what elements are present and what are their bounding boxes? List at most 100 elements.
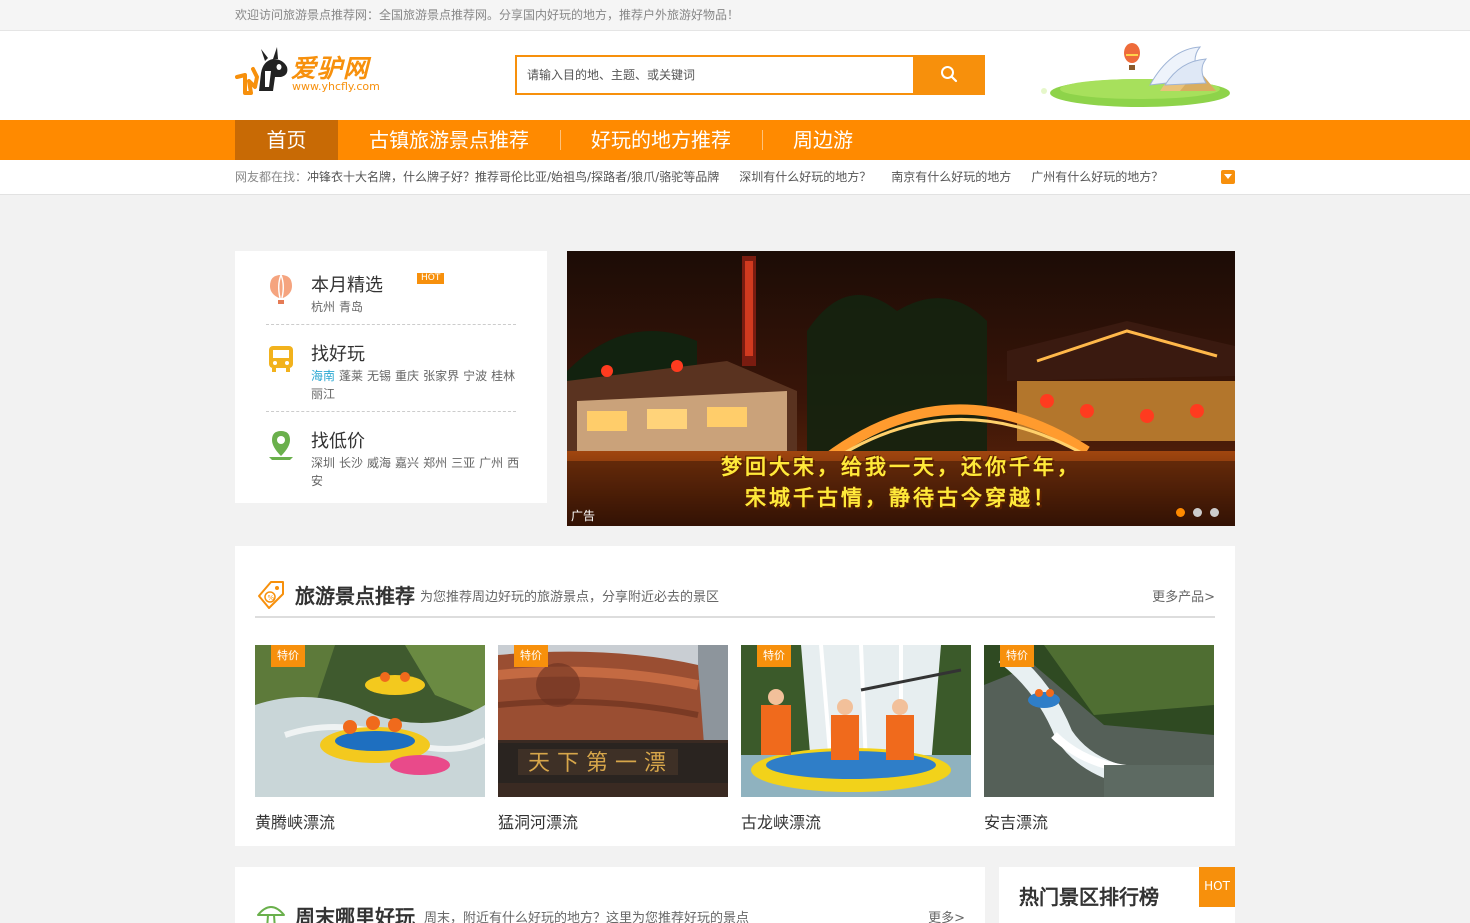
- site-logo[interactable]: 爱驴网 www.yhcfly.com: [235, 47, 395, 97]
- stone-monument-photo: 天 下 第 一 漂: [498, 645, 728, 797]
- category-title: 找好玩: [311, 344, 365, 365]
- hot-search-prefix: 网友都在找：: [235, 170, 308, 184]
- special-price-tag: 特价: [514, 645, 548, 667]
- section-header: % 旅游景点推荐 为您推荐周边好玩的旅游景点，分享附近必去的景区 更多产品>: [255, 576, 1215, 618]
- attraction-card[interactable]: 特价 天 下 第 一 漂 猛洞河漂流: [498, 645, 728, 833]
- hot-badge: HOT: [1199, 867, 1235, 907]
- hot-search-link[interactable]: 深圳有什么好玩的地方？: [739, 170, 871, 184]
- category-monthly-picks: 本月精选 HOT 杭州 青岛: [266, 271, 516, 326]
- hot-badge: HOT: [417, 273, 445, 284]
- city-link[interactable]: 无锡: [367, 369, 391, 383]
- category-title: 本月精选: [311, 275, 383, 296]
- city-link[interactable]: 郑州: [423, 456, 447, 470]
- river-slide-photo: [984, 645, 1214, 797]
- divider: [266, 411, 516, 412]
- banner-caption-line: 宋城千古情，静待古今穿越！: [745, 486, 1057, 510]
- section-subtitle: 周末，附近有什么好玩的地方？这里为您推荐好玩的景点: [424, 911, 750, 923]
- city-link[interactable]: 张家界: [423, 369, 459, 383]
- rafting-photo: [255, 645, 485, 797]
- city-link[interactable]: 丽江: [311, 387, 335, 401]
- attraction-image: 特价: [255, 645, 485, 797]
- ranking-panel: 热门景区排行榜 HOT: [999, 867, 1235, 923]
- city-link[interactable]: 长沙: [339, 456, 363, 470]
- attraction-card[interactable]: 特价 古龙峡漂流: [741, 645, 971, 833]
- map-pin-icon: [269, 431, 293, 460]
- city-link[interactable]: 广州: [479, 456, 503, 470]
- search-input[interactable]: [515, 55, 913, 95]
- city-link[interactable]: 嘉兴: [395, 456, 419, 470]
- price-tag-icon: %: [258, 581, 284, 609]
- city-link[interactable]: 重庆: [395, 369, 419, 383]
- banner-caption-line: 梦回大宋，给我一天，还你千年，: [721, 455, 1081, 479]
- category-links: 海南 蓬莱 无锡 重庆 张家界 宁波 桂林丽江: [311, 367, 521, 403]
- attraction-name: 黄腾峡漂流: [255, 813, 336, 832]
- search-icon: [941, 65, 958, 82]
- top-bar: 欢迎访问旅游景点推荐网：全国旅游景点推荐网。分享国内好玩的地方，推荐户外旅游好物…: [0, 0, 1470, 31]
- section-subtitle: 为您推荐周边好玩的旅游景点，分享附近必去的景区: [420, 590, 720, 605]
- category-links: 杭州 青岛: [311, 298, 521, 316]
- carousel-dot[interactable]: [1210, 508, 1219, 517]
- category-find-fun: 找好玩 海南 蓬莱 无锡 重庆 张家界 宁波 桂林丽江: [266, 340, 516, 410]
- special-price-tag: 特价: [757, 645, 791, 667]
- welcome-text: 欢迎访问旅游景点推荐网：全国旅游景点推荐网。分享国内好玩的地方，推荐户外旅游好物…: [235, 8, 740, 22]
- section-header: 周末哪里好玩 周末，附近有什么好玩的地方？这里为您推荐好玩的景点 更多>: [255, 897, 965, 923]
- svg-text:%: %: [268, 594, 275, 602]
- city-link[interactable]: 宁波: [463, 369, 487, 383]
- city-link[interactable]: 杭州: [311, 300, 335, 314]
- carousel-dot[interactable]: [1193, 508, 1202, 517]
- section-title: 旅游景点推荐: [295, 584, 415, 608]
- category-links: 深圳 长沙 威海 嘉兴 郑州 三亚 广州 西安: [311, 454, 521, 490]
- city-link[interactable]: 威海: [367, 456, 391, 470]
- carousel-dots: [1176, 508, 1219, 517]
- carousel-dot[interactable]: [1176, 508, 1185, 517]
- attraction-image: 特价 天 下 第 一 漂: [498, 645, 728, 797]
- section-title: 周末哪里好玩: [295, 905, 415, 923]
- city-link[interactable]: 三亚: [451, 456, 475, 470]
- search-bar: [515, 55, 985, 95]
- donkey-logo-icon: [235, 47, 288, 95]
- city-link[interactable]: 海南: [311, 369, 335, 383]
- attraction-image: 特价: [741, 645, 971, 797]
- more-link[interactable]: 更多>: [928, 907, 965, 923]
- city-link[interactable]: 桂林: [491, 369, 515, 383]
- nav-item-ancient-towns[interactable]: 古镇旅游景点推荐: [338, 120, 560, 160]
- hot-search-link[interactable]: 南京有什么好玩的地方: [891, 170, 1011, 184]
- expand-toggle-icon[interactable]: [1221, 170, 1235, 184]
- attraction-name: 安吉漂流: [984, 813, 1049, 832]
- nav-item-fun-places[interactable]: 好玩的地方推荐: [560, 120, 762, 160]
- ad-label: 广告: [571, 509, 596, 523]
- mushroom-icon: [257, 906, 285, 923]
- attraction-cards: 特价 黄腾峡漂流 特价 天 下 第 一 漂 猛洞河漂流 特价 古龙峡漂流 特价 …: [255, 645, 1215, 835]
- hero-banner[interactable]: 梦回大宋，给我一天，还你千年， 宋城千古情，静待古今穿越！ 广告: [567, 251, 1235, 526]
- category-low-price: 找低价 深圳 长沙 威海 嘉兴 郑州 三亚 广州 西安: [266, 427, 519, 497]
- nav-item-home[interactable]: 首页: [235, 120, 338, 160]
- header: 爱驴网 www.yhcfly.com: [0, 31, 1470, 120]
- recommend-section: % 旅游景点推荐 为您推荐周边好玩的旅游景点，分享附近必去的景区 更多产品> 特…: [235, 546, 1235, 846]
- attraction-card[interactable]: 特价 安吉漂流: [984, 645, 1214, 833]
- divider: [266, 324, 516, 325]
- category-panel: 本月精选 HOT 杭州 青岛 找好玩 海南 蓬莱 无锡 重庆 张家界 宁波 桂林丽江: [235, 251, 547, 503]
- attraction-name: 古龙峡漂流: [741, 813, 822, 832]
- category-title: 找低价: [311, 431, 365, 452]
- main-row: 本月精选 HOT 杭州 青岛 找好玩 海南 蓬莱 无锡 重庆 张家界 宁波 桂林丽江: [235, 251, 1235, 526]
- special-price-tag: 特价: [271, 645, 305, 667]
- hot-search-link[interactable]: 冲锋衣十大名牌，什么牌子好？推荐哥伦比亚/始祖鸟/探路者/狼爪/骆驼等品牌: [307, 170, 719, 184]
- city-link[interactable]: 青岛: [339, 300, 363, 314]
- hot-search-link[interactable]: 广州有什么好玩的地方？: [1031, 170, 1163, 184]
- weekend-section: 周末哪里好玩 周末，附近有什么好玩的地方？这里为您推荐好玩的景点 更多>: [235, 867, 985, 923]
- waterfall-rafting-photo: [741, 645, 971, 797]
- main-nav: 首页 古镇旅游景点推荐 好玩的地方推荐 周边游: [0, 120, 1470, 160]
- city-link[interactable]: 蓬莱: [339, 369, 363, 383]
- city-link[interactable]: 深圳: [311, 456, 335, 470]
- search-button[interactable]: [913, 55, 985, 95]
- svg-text:天 下 第 一 漂: 天 下 第 一 漂: [528, 751, 666, 776]
- ranking-title: 热门景区排行榜: [1019, 885, 1159, 909]
- more-products-link[interactable]: 更多产品>: [1152, 586, 1215, 605]
- special-price-tag: 特价: [1000, 645, 1034, 667]
- nav-item-nearby[interactable]: 周边游: [762, 120, 884, 160]
- attraction-card[interactable]: 特价 黄腾峡漂流: [255, 645, 485, 833]
- travel-illustration: [1041, 43, 1230, 107]
- attraction-name: 猛洞河漂流: [498, 813, 579, 832]
- bus-icon: [269, 346, 293, 372]
- hot-search-bar: 网友都在找：冲锋衣十大名牌，什么牌子好？推荐哥伦比亚/始祖鸟/探路者/狼爪/骆驼…: [0, 160, 1470, 195]
